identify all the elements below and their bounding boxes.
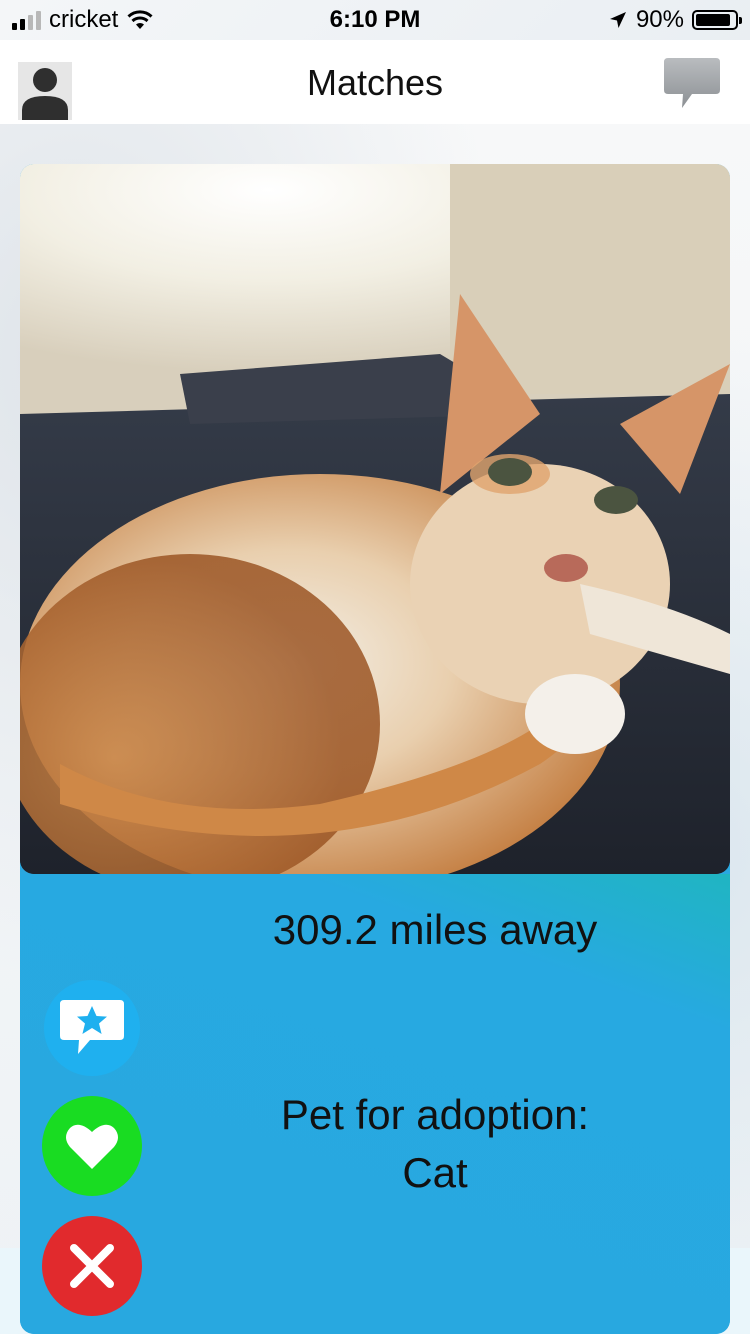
status-bar: cricket 6:10 PM 90%	[0, 0, 750, 40]
star-chat-icon	[60, 1000, 124, 1054]
page-title: Matches	[306, 62, 444, 103]
super-like-button[interactable]	[44, 980, 140, 1076]
close-icon	[70, 1244, 114, 1288]
dislike-button[interactable]	[42, 1216, 142, 1316]
status-right: 90%	[608, 6, 742, 34]
heart-icon	[66, 1124, 118, 1169]
location-arrow-icon	[609, 12, 626, 28]
battery-icon	[692, 10, 742, 30]
cat-photo-illustration	[20, 164, 730, 874]
nav-bar: Matches	[0, 40, 750, 124]
battery-percent: 90%	[635, 6, 684, 33]
match-card[interactable]: 309.2 miles away Pet for adoption: Cat	[20, 164, 730, 1334]
distance-label: 309.2 miles away	[272, 906, 598, 953]
chat-bubble-icon[interactable]	[662, 56, 722, 112]
pet-photo	[20, 164, 730, 874]
battery-fill	[696, 14, 730, 26]
like-button[interactable]	[42, 1096, 142, 1196]
